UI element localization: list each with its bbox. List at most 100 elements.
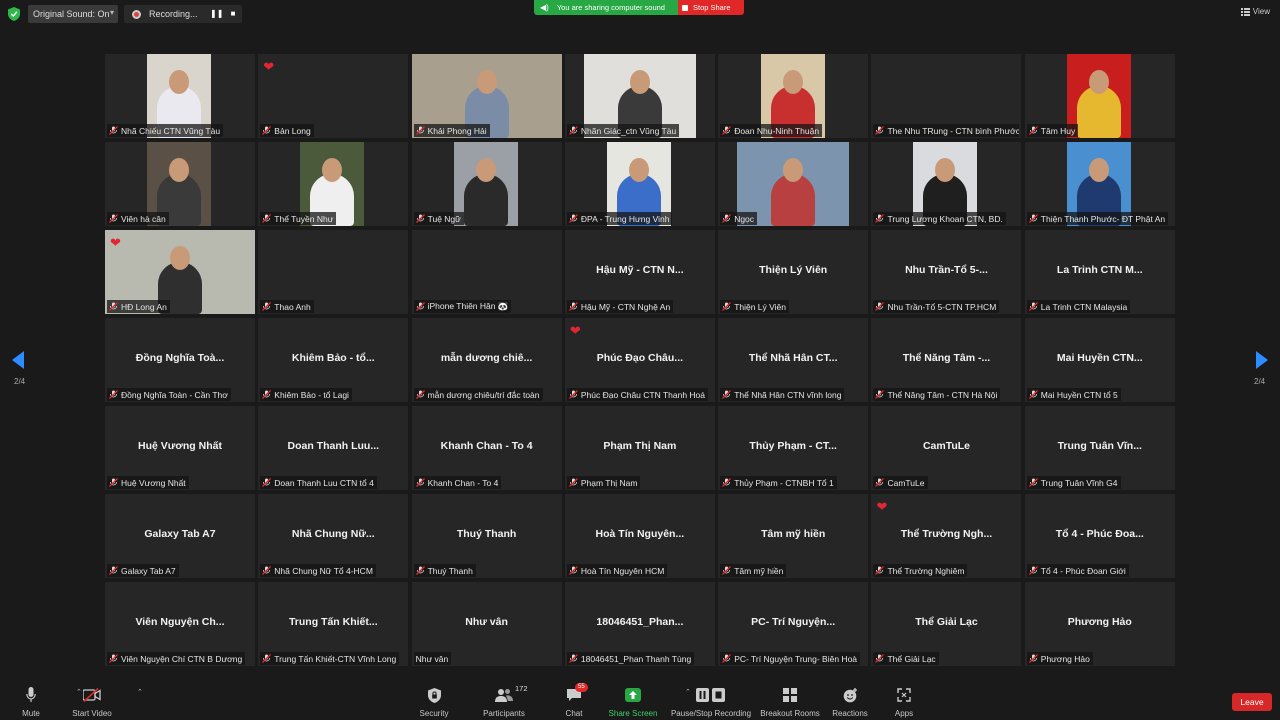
next-page-arrow-icon[interactable] <box>1256 351 1268 369</box>
participant-tile[interactable]: Thể Trường Ngh... ❤ Thể Trường Nghiêm <box>871 494 1022 578</box>
participant-name: iPhone Thiên Hân 🐼 <box>427 301 509 311</box>
muted-mic-icon <box>415 214 425 223</box>
participant-name: Viên hà cân <box>121 213 166 224</box>
participant-name-label: Bản Long <box>260 124 314 137</box>
participant-display-name: Như vân <box>465 616 508 628</box>
view-button[interactable]: View <box>1240 7 1270 16</box>
participant-tile[interactable]: ĐPA - Trung Hưng Vinh <box>564 142 715 226</box>
participant-name-label: Viên hà cân <box>107 212 169 225</box>
participant-head <box>629 70 650 94</box>
participants-count: 172 <box>515 684 528 693</box>
participant-tile[interactable]: Đoan Nhu-Ninh Thuận <box>718 54 869 138</box>
participant-tile[interactable]: Khải Phong Hải <box>411 54 562 138</box>
share-screen-button[interactable]: ⌃ Share Screen <box>593 686 691 718</box>
muted-mic-icon <box>568 126 578 135</box>
speaker-icon: ◀) <box>540 3 549 12</box>
participant-tile[interactable]: Hậu Mỹ - CTN N... Hậu Mỹ - CTN Nghệ An <box>564 230 715 314</box>
participants-icon <box>495 689 513 702</box>
participant-tile[interactable]: Phương Hảo Phương Hảo <box>1024 582 1175 666</box>
participant-tile[interactable]: Thể Năng Tâm -... Thể Năng Tâm - CTN Hà N… <box>871 318 1022 402</box>
participant-name: mẫn dương chiêu/trí đắc toàn <box>427 389 540 400</box>
participant-display-name: Phúc Đạo Châu... <box>596 352 684 364</box>
page-indicator-left: 2/4 <box>14 377 26 386</box>
muted-mic-icon <box>109 126 118 135</box>
participant-tile[interactable]: Tuệ Ngữ <box>411 142 562 226</box>
participant-name: Thuý Thanh <box>427 565 473 576</box>
participant-tile[interactable]: Tổ 4 - Phúc Đoa... Tổ 4 - Phúc Đoan Giới <box>1024 494 1175 578</box>
participant-name-label: Thiện Lý Viên <box>720 300 790 313</box>
participant-tile[interactable]: Trung Tấn Khiết... Trung Tấn Khiết-CTN Vĩ… <box>258 582 409 666</box>
start-video-button[interactable]: ⌃ Start Video <box>52 686 143 718</box>
participant-display-name: Thuý Thanh <box>456 528 517 540</box>
participant-tile[interactable]: La Trinh CTN M... La Trinh CTN Malaysia <box>1024 230 1175 314</box>
participant-tile[interactable]: Thiện Thanh Phước- ĐT Phật An <box>1024 142 1175 226</box>
prev-page-arrow-icon[interactable] <box>12 351 24 369</box>
shield-icon[interactable] <box>8 7 20 21</box>
participant-tile[interactable]: Trung Lương Khoan CTN, BD. <box>871 142 1022 226</box>
participant-tile[interactable]: ❤ Bản Long <box>258 54 409 138</box>
participant-tile[interactable]: Khiêm Bảo - tổ... Khiêm Bảo - tổ Lagi <box>258 318 409 402</box>
participant-tile[interactable]: Trung Tuân Vĩn... Trung Tuân Vĩnh G4 <box>1024 406 1175 490</box>
security-button[interactable]: Security <box>394 686 474 718</box>
stop-share-label: Stop Share <box>693 3 731 12</box>
sharing-banner-text: You are sharing computer sound <box>556 3 665 12</box>
participant-tile[interactable]: Viên hà cân <box>105 142 255 226</box>
participant-tile[interactable]: Khanh Chan - To 4 Khanh Chan - To 4 <box>411 406 562 490</box>
participants-button[interactable]: 172 ⌃ Participants <box>464 684 573 718</box>
stop-share-button[interactable]: Stop Share <box>678 0 744 15</box>
chevron-down-icon[interactable]: ▾ <box>110 8 114 17</box>
participant-tile[interactable]: Huệ Vương Nhất Huệ Vương Nhất <box>105 406 255 490</box>
participant-name-label: iPhone Thiên Hân 🐼 <box>413 300 512 313</box>
participant-name: CamTuLe <box>887 477 925 488</box>
participant-tile[interactable]: Thể Tuyền Như <box>258 142 409 226</box>
participant-tile[interactable]: Doan Thanh Luu... Doan Thanh Luu CTN tổ 4 <box>258 406 409 490</box>
stop-icon[interactable]: ■ <box>228 9 238 19</box>
participant-tile[interactable]: Nhãn Giác_ctn Vũng Tàu <box>564 54 715 138</box>
participant-tile[interactable]: mẫn dương chiê... mẫn dương chiêu/trí đắc… <box>411 318 562 402</box>
participant-tile[interactable]: Galaxy Tab A7 Galaxy Tab A7 <box>105 494 255 578</box>
participant-tile[interactable]: Tâm Huy <box>1024 54 1175 138</box>
pause-stop-recording-button[interactable]: Pause/Stop Recording <box>671 686 751 718</box>
participant-tile[interactable]: Phạm Thị Nam Phạm Thị Nam <box>564 406 715 490</box>
participant-tile[interactable]: Thao Anh <box>258 230 409 314</box>
participant-display-name: Thể Trường Ngh... <box>900 528 993 540</box>
participant-tile[interactable]: 18046451_Phan... 18046451_Phan Thanh Tùng <box>564 582 715 666</box>
heart-reaction-icon: ❤ <box>263 59 275 74</box>
participant-tile[interactable]: PC- Trí Nguyện... PC- Trí Nguyện Trung- B… <box>718 582 869 666</box>
participant-tile[interactable]: Thể Giải Lạc Thể Giải Lạc <box>871 582 1022 666</box>
participant-name: Nhã Chung Nữ Tổ 4-HCM <box>274 565 373 576</box>
participant-tile[interactable]: CamTuLe CamTuLe <box>871 406 1022 490</box>
participant-display-name: Trung Tuân Vĩn... <box>1057 440 1142 452</box>
participant-tile[interactable]: Hoà Tín Nguyên... Hoà Tín Nguyên HCM <box>564 494 715 578</box>
participant-tile[interactable]: Nhu Trần-Tổ 5-... Nhu Trần-Tổ 5-CTN TP.HC… <box>871 230 1022 314</box>
view-label: View <box>1252 7 1270 16</box>
participant-tile[interactable]: Ngọc <box>718 142 869 226</box>
participant-tile[interactable]: Như vân Như vân <box>411 582 562 666</box>
participant-tile[interactable]: Viên Nguyện Ch... Viên Nguyện Chí CTN B D… <box>105 582 255 666</box>
participant-tile[interactable]: Mai Huyền CTN... Mai Huyền CTN tổ 5 <box>1024 318 1175 402</box>
participant-tile[interactable]: Thuý Thanh Thuý Thanh <box>411 494 562 578</box>
participant-tile[interactable]: ❤ HĐ Long An <box>105 230 255 314</box>
participant-tile[interactable]: Nhã Chung Nữ... Nhã Chung Nữ Tổ 4-HCM <box>258 494 409 578</box>
share-screen-icon <box>625 688 641 702</box>
participant-display-name: Tổ 4 - Phúc Đoa... <box>1055 528 1144 540</box>
original-sound-toggle[interactable]: Original Sound: On ▾ <box>28 5 118 23</box>
muted-mic-icon <box>1028 654 1038 663</box>
participant-tile[interactable]: Phúc Đạo Châu... ❤ Phúc Đạo Châu CTN Thanh… <box>564 318 715 402</box>
participant-tile[interactable]: Tâm mỹ hiền Tâm mỹ hiền <box>718 494 869 578</box>
participant-tile[interactable]: Đồng Nghĩa Toà... Đồng Nghĩa Toàn - Cần T… <box>105 318 255 402</box>
participant-tile[interactable]: Thiện Lý Viên Thiện Lý Viên <box>718 230 869 314</box>
participant-name: Nhã Chiếu CTN Vũng Tàu <box>121 125 221 136</box>
muted-mic-icon <box>109 478 118 487</box>
pause-icon[interactable]: ❚❚ <box>210 9 223 19</box>
participant-tile[interactable]: Thể Nhã Hân CT... Thể Nhã Hân CTN vĩnh lo… <box>718 318 869 402</box>
chevron-up-icon[interactable]: ⌃ <box>137 688 143 696</box>
participant-display-name: Trung Tấn Khiết... <box>288 616 378 628</box>
participant-tile[interactable]: The Nhu TRung - CTN bình Phước <box>871 54 1022 138</box>
apps-button[interactable]: Apps <box>864 686 944 718</box>
participant-tile[interactable]: Nhã Chiếu CTN Vũng Tàu <box>105 54 255 138</box>
recording-dot-icon <box>132 9 141 19</box>
participant-tile[interactable]: Thủy Phạm - CT... Thủy Phạm - CTNBH Tổ 1 <box>718 406 869 490</box>
leave-button[interactable]: Leave <box>1232 693 1272 711</box>
participant-tile[interactable]: iPhone Thiên Hân 🐼 <box>411 230 562 314</box>
